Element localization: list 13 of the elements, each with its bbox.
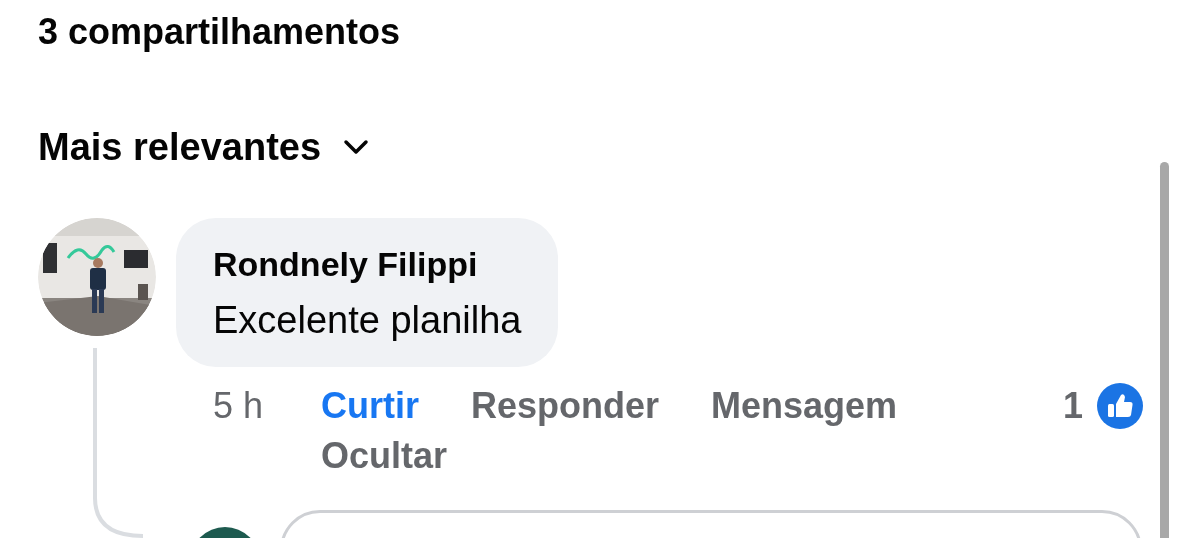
comment-action[interactable]: Mensagem — [711, 381, 898, 431]
like-count: 1 — [1062, 384, 1083, 428]
comment-action[interactable]: Ocultar — [321, 431, 448, 481]
sort-dropdown[interactable]: Mais relevantes — [38, 124, 370, 170]
comment-author[interactable]: Rondnely Filippi — [213, 244, 522, 284]
share-count[interactable]: 3 compartilhamentos — [38, 8, 401, 56]
comment-action[interactable]: Curtir — [321, 381, 419, 431]
comment-action[interactable]: Responder — [471, 381, 660, 431]
scrollbar[interactable] — [1160, 162, 1169, 538]
chevron-down-icon — [343, 139, 370, 155]
comment-time: 5 h — [213, 384, 265, 428]
like-icon — [1097, 383, 1143, 429]
comment-text: Excelente planilha — [213, 298, 522, 343]
